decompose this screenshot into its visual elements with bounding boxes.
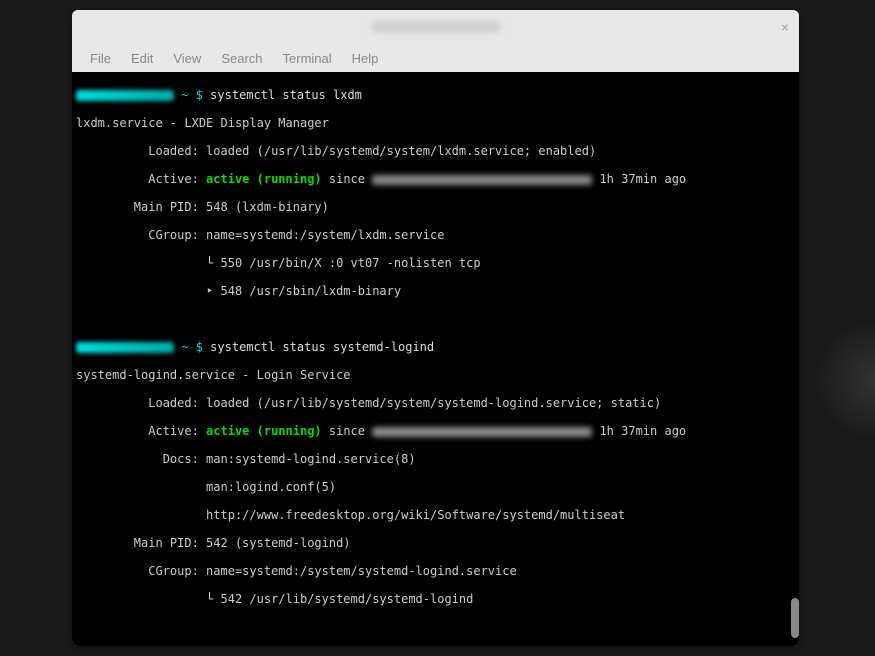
prompt-line: ~ $ systemctl status lxdm <box>76 88 795 102</box>
menu-file[interactable]: File <box>80 47 121 70</box>
menu-view[interactable]: View <box>163 47 211 70</box>
output-line: Main PID: 542 (systemd-logind) <box>76 536 795 550</box>
blank-line <box>76 312 795 326</box>
output-line: systemd-logind.service - Login Service <box>76 368 795 382</box>
prompt-tilde: ~ <box>181 88 188 102</box>
output-line: man:logind.conf(5) <box>76 480 795 494</box>
menu-help[interactable]: Help <box>342 47 389 70</box>
output-line: http://www.freedesktop.org/wiki/Software… <box>76 508 795 522</box>
menu-search[interactable]: Search <box>211 47 272 70</box>
output-line: Loaded: loaded (/usr/lib/systemd/system/… <box>76 144 795 158</box>
prompt-dollar: $ <box>196 340 203 354</box>
hostname-blurred <box>76 342 174 353</box>
ago-text: 1h 37min ago <box>592 172 686 186</box>
output-line: CGroup: name=systemd:/system/lxdm.servic… <box>76 228 795 242</box>
output-line: Loaded: loaded (/usr/lib/systemd/system/… <box>76 396 795 410</box>
output-line: └ 550 /usr/bin/X :0 vt07 -nolisten tcp <box>76 256 795 270</box>
menu-terminal[interactable]: Terminal <box>273 47 342 70</box>
prompt-dollar: $ <box>196 88 203 102</box>
active-label: Active: <box>76 424 206 438</box>
terminal-window: × File Edit View Search Terminal Help ~ … <box>72 10 799 646</box>
ago-text: 1h 37min ago <box>592 424 686 438</box>
close-button[interactable]: × <box>781 20 789 36</box>
output-line: Active: active (running) since 1h 37min … <box>76 424 795 438</box>
window-title-blurred <box>371 21 501 33</box>
terminal-body[interactable]: ~ $ systemctl status lxdm lxdm.service -… <box>72 72 799 646</box>
since-label: since <box>322 424 373 438</box>
output-line: lxdm.service - LXDE Display Manager <box>76 116 795 130</box>
active-label: Active: <box>76 172 206 186</box>
since-label: since <box>322 172 373 186</box>
scrollbar-thumb[interactable] <box>791 598 799 638</box>
active-status: active (running) <box>206 424 322 438</box>
blank-line <box>76 620 795 634</box>
timestamp-blurred <box>372 175 592 185</box>
command-text: systemctl status lxdm <box>210 88 362 102</box>
output-line: └ 542 /usr/lib/systemd/systemd-logind <box>76 592 795 606</box>
output-line: Docs: man:systemd-logind.service(8) <box>76 452 795 466</box>
window-titlebar[interactable]: × <box>72 10 799 44</box>
output-line: CGroup: name=systemd:/system/systemd-log… <box>76 564 795 578</box>
hostname-blurred <box>76 90 174 101</box>
timestamp-blurred <box>372 427 592 437</box>
active-status: active (running) <box>206 172 322 186</box>
menubar: File Edit View Search Terminal Help <box>72 44 799 72</box>
output-line: Main PID: 548 (lxdm-binary) <box>76 200 795 214</box>
menu-edit[interactable]: Edit <box>121 47 163 70</box>
output-line: ‣ 548 /usr/sbin/lxdm-binary <box>76 284 795 298</box>
prompt-line: ~ $ systemctl status systemd-logind <box>76 340 795 354</box>
output-line: Active: active (running) since 1h 37min … <box>76 172 795 186</box>
command-text: systemctl status systemd-logind <box>210 340 434 354</box>
prompt-tilde: ~ <box>181 340 188 354</box>
